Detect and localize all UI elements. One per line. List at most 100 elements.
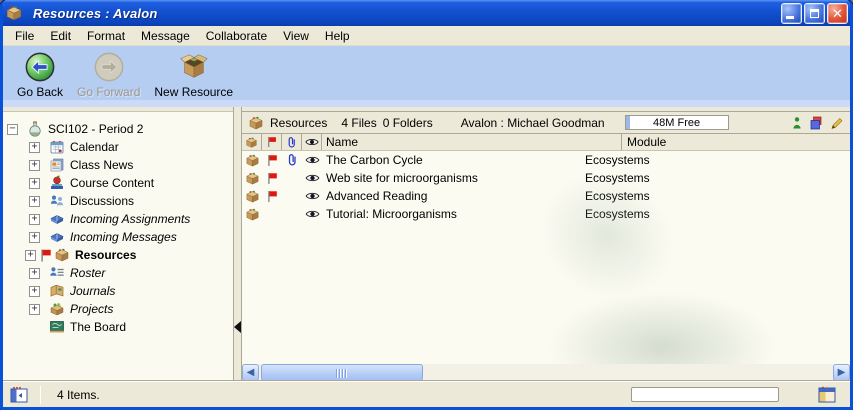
sidebar-item-course-content[interactable]: + Course Content: [3, 174, 233, 192]
panel-splitter[interactable]: [233, 107, 242, 381]
info-bar-icons: [790, 116, 844, 130]
sidebar-item-roster[interactable]: + Roster: [3, 264, 233, 282]
eye-icon[interactable]: [305, 191, 320, 201]
expand-icon[interactable]: +: [29, 178, 40, 189]
eye-icon[interactable]: [305, 209, 320, 219]
used-space-bar: [626, 116, 630, 129]
expand-icon[interactable]: +: [29, 214, 40, 225]
go-back-button[interactable]: Go Back: [13, 50, 67, 100]
sidebar-item-label: Projects: [70, 302, 113, 316]
scroll-right-button[interactable]: ▶: [833, 364, 850, 381]
layers-icon[interactable]: [810, 116, 824, 130]
expand-icon[interactable]: +: [29, 142, 40, 153]
minimize-button[interactable]: [781, 3, 802, 24]
new-resource-button[interactable]: New Resource: [150, 50, 237, 100]
package-icon: [248, 115, 264, 131]
menu-view[interactable]: View: [275, 27, 317, 45]
horizontal-scrollbar[interactable]: ◀ ▶: [242, 364, 850, 381]
column-name[interactable]: Name: [322, 134, 621, 150]
forward-circle-icon: [93, 51, 125, 83]
scrollbar-grip-icon: [336, 369, 348, 378]
sidebar-item-label: Class News: [70, 158, 133, 172]
eye-icon: [305, 137, 319, 147]
paperclip-icon: [286, 153, 298, 167]
scroll-left-button[interactable]: ◀: [242, 364, 259, 381]
resource-module: Ecosystems: [585, 207, 650, 221]
item-count-label: 4 Items.: [57, 388, 100, 402]
collapse-icon[interactable]: −: [7, 124, 18, 135]
package-icon: [245, 136, 258, 149]
menu-edit[interactable]: Edit: [42, 27, 79, 45]
expand-icon[interactable]: +: [25, 250, 36, 261]
resource-module: Ecosystems: [585, 171, 650, 185]
menu-format[interactable]: Format: [79, 27, 133, 45]
maximize-button[interactable]: [804, 3, 825, 24]
projects-icon: [49, 301, 65, 317]
menu-message[interactable]: Message: [133, 27, 198, 45]
resources-list: The Carbon Cycle Ecosystems Web site for…: [242, 151, 850, 364]
panel-title: Resources: [270, 116, 327, 130]
go-forward-button[interactable]: Go Forward: [73, 50, 144, 100]
sidebar-item-the-board[interactable]: The Board: [3, 318, 233, 336]
sidebar-item-class-news[interactable]: + Class News: [3, 156, 233, 174]
list-item-web-site[interactable]: Web site for microorganisms Ecosystems: [242, 169, 850, 187]
collapse-arrow-icon[interactable]: [234, 321, 241, 333]
sidebar-item-label: Course Content: [70, 176, 154, 190]
open-box-icon: [178, 51, 210, 83]
person-icon[interactable]: [790, 116, 804, 130]
title-bar[interactable]: Resources : Avalon ✕: [0, 0, 853, 26]
sidebar-item-calendar[interactable]: + Calendar: [3, 138, 233, 156]
background-watermark: [547, 291, 777, 364]
resource-name: Web site for microorganisms: [322, 171, 478, 185]
sidebar-item-incoming-assignments[interactable]: + Incoming Assignments: [3, 210, 233, 228]
column-module[interactable]: Module: [621, 134, 850, 150]
sidebar-item-projects[interactable]: + Projects: [3, 300, 233, 318]
toolbar-edge: [3, 100, 850, 107]
sidebar-item-resources[interactable]: + Resources: [3, 246, 233, 264]
minimize-icon: [786, 16, 794, 19]
roster-icon: [49, 265, 65, 281]
eye-icon[interactable]: [305, 155, 320, 165]
scrollbar-thumb[interactable]: [261, 364, 423, 381]
expand-icon[interactable]: +: [29, 232, 40, 243]
tree-root-sci102[interactable]: − SCI102 - Period 2: [3, 120, 233, 138]
go-back-label: Go Back: [17, 85, 63, 99]
package-icon: [54, 247, 70, 263]
back-circle-icon: [24, 51, 56, 83]
menu-help[interactable]: Help: [317, 27, 358, 45]
pencil-icon[interactable]: [830, 116, 844, 130]
toggle-left-panel-icon[interactable]: [10, 386, 28, 404]
expand-icon[interactable]: +: [29, 160, 40, 171]
maximize-icon: [810, 9, 819, 18]
column-flag[interactable]: [262, 134, 282, 150]
toggle-right-panel-icon[interactable]: [818, 386, 836, 404]
folder-count: 0 Folders: [383, 116, 433, 130]
column-visibility[interactable]: [302, 134, 322, 150]
discussions-icon: [49, 193, 65, 209]
course-tree-panel: − SCI102 - Period 2 + Calendar + Class N…: [3, 111, 233, 381]
expand-icon[interactable]: +: [29, 268, 40, 279]
menu-file[interactable]: File: [7, 27, 42, 45]
resource-module: Ecosystems: [585, 189, 650, 203]
menu-collaborate[interactable]: Collaborate: [198, 27, 275, 45]
column-type[interactable]: [242, 134, 262, 150]
sidebar-item-discussions[interactable]: + Discussions: [3, 192, 233, 210]
tree-root-label: SCI102 - Period 2: [48, 122, 143, 136]
sidebar-item-journals[interactable]: + Journals: [3, 282, 233, 300]
file-count: 4 Files: [341, 116, 376, 130]
list-item-tutorial[interactable]: Tutorial: Microorganisms Ecosystems: [242, 205, 850, 223]
sidebar-item-label: Roster: [70, 266, 105, 280]
sidebar-item-label: Incoming Messages: [70, 230, 177, 244]
sidebar-item-incoming-messages[interactable]: + Incoming Messages: [3, 228, 233, 246]
expand-icon[interactable]: +: [29, 304, 40, 315]
list-item-advanced-reading[interactable]: Advanced Reading Ecosystems: [242, 187, 850, 205]
sidebar-item-label: Journals: [70, 284, 115, 298]
column-attachment[interactable]: [282, 134, 302, 150]
expand-icon[interactable]: +: [29, 196, 40, 207]
expand-icon[interactable]: +: [29, 286, 40, 297]
close-button[interactable]: ✕: [827, 3, 848, 24]
sidebar-item-label: Calendar: [70, 140, 119, 154]
calendar-icon: [49, 139, 65, 155]
list-item-carbon-cycle[interactable]: The Carbon Cycle Ecosystems: [242, 151, 850, 169]
eye-icon[interactable]: [305, 173, 320, 183]
